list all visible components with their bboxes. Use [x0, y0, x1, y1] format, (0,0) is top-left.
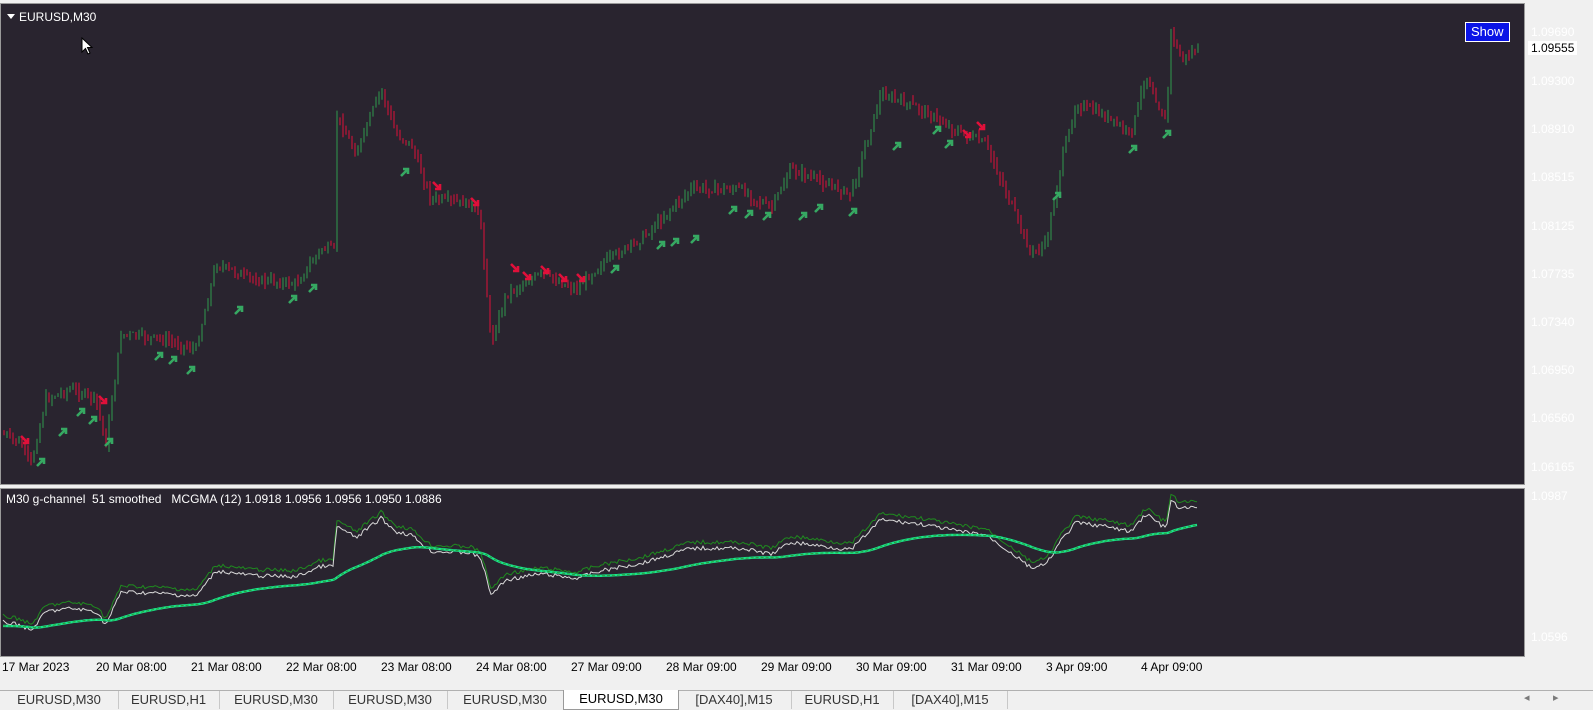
sell-signal-arrow-icon: [976, 121, 986, 131]
buy-signal-arrow-icon: [400, 167, 410, 177]
indicator-bottom-label: 1.0596: [1531, 630, 1568, 644]
time-label: 27 Mar 09:00: [571, 660, 642, 674]
buy-signal-arrow-icon: [308, 283, 318, 293]
time-label: 30 Mar 09:00: [856, 660, 927, 674]
time-label: 31 Mar 09:00: [951, 660, 1022, 674]
price-label: 1.06950: [1531, 363, 1575, 377]
tab-scroll-right-icon[interactable]: ▸: [1553, 691, 1559, 704]
buy-signal-arrow-icon: [848, 207, 858, 217]
show-button[interactable]: Show: [1465, 22, 1510, 42]
time-label: 4 Apr 09:00: [1141, 660, 1203, 674]
price-axis[interactable]: 1.09690 1.09555 1.09300 1.08910 1.08515 …: [1525, 3, 1593, 657]
price-label: 1.09690: [1531, 25, 1575, 39]
buy-signal-arrow-icon: [670, 237, 680, 247]
chart-tab[interactable]: EURUSD,H1: [791, 691, 894, 709]
time-label: 21 Mar 08:00: [191, 660, 262, 674]
tab-scroll-left-icon[interactable]: ◂: [1524, 691, 1530, 704]
buy-signal-arrow-icon: [610, 264, 620, 274]
price-label: 1.08910: [1531, 122, 1575, 136]
buy-signal-arrow-icon: [932, 125, 942, 135]
symbol-label: EURUSD,M30: [19, 10, 97, 24]
indicator-title: M30 g-channel 51 smoothed MCGMA (12) 1.0…: [6, 492, 442, 506]
sell-signal-arrow-icon: [558, 273, 568, 283]
time-label: 23 Mar 08:00: [381, 660, 452, 674]
buy-signal-arrow-icon: [656, 240, 666, 250]
indicator-top-label: 1.0987: [1531, 489, 1568, 503]
chart-window: EURUSD,M30 Show M30 g-channel 51 smoothe…: [0, 0, 1593, 690]
chart-tab[interactable]: EURUSD,M30: [0, 691, 119, 709]
buy-signal-arrow-icon: [728, 205, 738, 215]
chart-title[interactable]: EURUSD,M30: [7, 10, 96, 24]
buy-signal-arrow-icon: [88, 415, 98, 425]
buy-signal-arrow-icon: [814, 203, 824, 213]
price-label: 1.06560: [1531, 411, 1575, 425]
chart-tab-active[interactable]: EURUSD,M30: [563, 690, 679, 710]
buy-signal-arrow-icon: [234, 305, 244, 315]
sell-signal-arrow-icon: [540, 265, 550, 275]
sell-signal-arrow-icon: [432, 181, 442, 191]
time-label: 17 Mar 2023: [2, 660, 70, 674]
price-label: 1.07735: [1531, 267, 1575, 281]
mouse-cursor-icon: [81, 37, 94, 55]
buy-signal-arrow-icon: [36, 457, 46, 467]
chart-tab[interactable]: [DAX40],M15: [893, 691, 1008, 709]
chart-tab[interactable]: EURUSD,M30: [219, 691, 334, 709]
buy-signal-arrow-icon: [154, 351, 164, 361]
buy-signal-arrow-icon: [168, 355, 178, 365]
chart-tab[interactable]: EURUSD,M30: [333, 691, 448, 709]
buy-signal-arrow-icon: [58, 427, 68, 437]
time-label: 28 Mar 09:00: [666, 660, 737, 674]
main-chart-pane[interactable]: EURUSD,M30 Show: [0, 3, 1525, 485]
chart-tab[interactable]: EURUSD,M30: [447, 691, 564, 709]
buy-signal-arrow-icon: [1162, 129, 1172, 139]
price-label: 1.09300: [1531, 74, 1575, 88]
time-label: 3 Apr 09:00: [1046, 660, 1108, 674]
dropdown-triangle-icon[interactable]: [7, 14, 15, 19]
buy-signal-arrow-icon: [288, 294, 298, 304]
indicator-canvas: [2, 493, 1198, 631]
buy-signal-arrow-icon: [762, 211, 772, 221]
indicator-pane[interactable]: M30 g-channel 51 smoothed MCGMA (12) 1.0…: [0, 488, 1525, 657]
time-axis[interactable]: 17 Mar 2023 20 Mar 08:00 21 Mar 08:00 22…: [0, 657, 1525, 679]
price-chart-canvas: [3, 27, 1199, 467]
time-label: 29 Mar 09:00: [761, 660, 832, 674]
buy-signal-arrow-icon: [798, 211, 808, 221]
price-label: 1.07340: [1531, 315, 1575, 329]
sell-signal-arrow-icon: [522, 271, 532, 281]
buy-signal-arrow-icon: [744, 209, 754, 219]
buy-signal-arrow-icon: [892, 141, 902, 151]
time-label: 22 Mar 08:00: [286, 660, 357, 674]
current-price-label: 1.09555: [1528, 41, 1578, 55]
time-label: 20 Mar 08:00: [96, 660, 167, 674]
sell-signal-arrow-icon: [510, 263, 520, 273]
sell-signal-arrow-icon: [576, 273, 586, 283]
mcgma-line: [3, 523, 1198, 629]
buy-signal-arrow-icon: [76, 407, 86, 417]
price-label: 1.08515: [1531, 170, 1575, 184]
buy-signal-arrow-icon: [186, 365, 196, 375]
time-label: 24 Mar 08:00: [476, 660, 547, 674]
chart-tab-bar: EURUSD,M30 EURUSD,H1 EURUSD,M30 EURUSD,M…: [0, 690, 1593, 710]
buy-signal-arrow-icon: [690, 234, 700, 244]
chart-tab[interactable]: [DAX40],M15: [677, 691, 792, 709]
price-label: 1.06165: [1531, 460, 1575, 474]
price-label: 1.08125: [1531, 219, 1575, 233]
buy-signal-arrow-icon: [944, 139, 954, 149]
buy-signal-arrow-icon: [1128, 144, 1138, 154]
chart-tab[interactable]: EURUSD,H1: [118, 691, 220, 709]
